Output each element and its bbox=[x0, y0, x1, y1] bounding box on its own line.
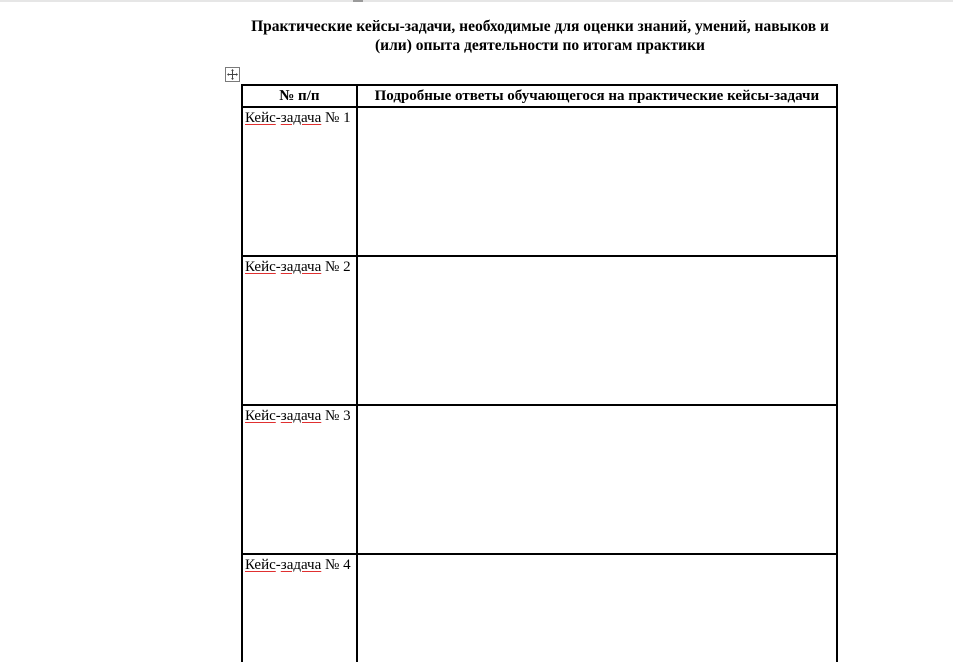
case-label: Кейс-задача № 1 bbox=[243, 108, 356, 128]
title-line-2: (или) опыта деятельности по итогам практ… bbox=[375, 37, 705, 54]
title-line-1: Практические кейсы-задачи, необходимые д… bbox=[251, 18, 829, 35]
task-word: задача bbox=[280, 557, 322, 573]
answer-cell[interactable] bbox=[355, 404, 839, 555]
ruler-edge bbox=[0, 0, 953, 2]
move-arrows-icon bbox=[227, 69, 238, 80]
table-row: Кейс-задача № 4 bbox=[241, 553, 839, 662]
case-word: Кейс bbox=[245, 110, 276, 126]
document-page: Практические кейсы-задачи, необходимые д… bbox=[0, 0, 953, 662]
page-title: Практические кейсы-задачи, необходимые д… bbox=[238, 17, 842, 55]
case-word: Кейс bbox=[245, 259, 276, 275]
case-number-cell[interactable]: Кейс-задача № 2 bbox=[241, 255, 358, 406]
case-label: Кейс-задача № 2 bbox=[243, 257, 356, 277]
case-word: Кейс bbox=[245, 557, 276, 573]
table-row: Кейс-задача № 3 bbox=[241, 404, 839, 555]
case-number-cell[interactable]: Кейс-задача № 3 bbox=[241, 404, 358, 555]
header-answers[interactable]: Подробные ответы обучающегося на практич… bbox=[355, 84, 839, 108]
cases-table: № п/п Подробные ответы обучающегося на п… bbox=[241, 84, 839, 662]
answer-cell[interactable] bbox=[355, 106, 839, 257]
table-move-handle[interactable] bbox=[225, 67, 240, 82]
case-number-cell[interactable]: Кейс-задача № 4 bbox=[241, 553, 358, 662]
header-number[interactable]: № п/п bbox=[241, 84, 358, 108]
table-row: Кейс-задача № 1 bbox=[241, 106, 839, 257]
case-number: № 4 bbox=[321, 557, 351, 573]
case-word: Кейс bbox=[245, 408, 276, 424]
task-word: задача bbox=[280, 259, 322, 275]
task-word: задача bbox=[280, 408, 322, 424]
case-number: № 2 bbox=[321, 259, 351, 275]
answer-cell[interactable] bbox=[355, 553, 839, 662]
ruler-marker[interactable] bbox=[353, 0, 363, 2]
table-row: Кейс-задача № 2 bbox=[241, 255, 839, 406]
case-number-cell[interactable]: Кейс-задача № 1 bbox=[241, 106, 358, 257]
case-label: Кейс-задача № 4 bbox=[243, 555, 356, 575]
case-number: № 3 bbox=[321, 408, 351, 424]
table-header-row: № п/п Подробные ответы обучающегося на п… bbox=[241, 84, 839, 108]
case-number: № 1 bbox=[321, 110, 351, 126]
case-label: Кейс-задача № 3 bbox=[243, 406, 356, 426]
answer-cell[interactable] bbox=[355, 255, 839, 406]
task-word: задача bbox=[280, 110, 322, 126]
